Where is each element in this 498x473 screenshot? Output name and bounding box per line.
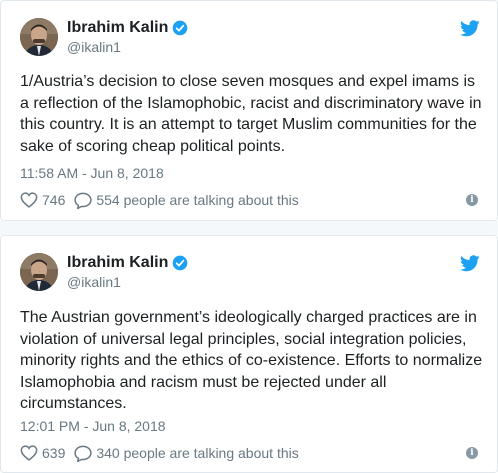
tweet-text: 1/Austria’s decision to close seven mosq… <box>20 73 482 155</box>
like-count: 746 <box>42 192 66 208</box>
talking-text: 554 people are talking about this <box>96 192 299 208</box>
tweet-card[interactable]: Ibrahim Kalin @ikalin1 1/Austria’s decis… <box>0 0 498 221</box>
twitter-bird-icon[interactable] <box>460 255 480 272</box>
verified-badge-icon <box>173 255 188 271</box>
tweet-separator <box>0 221 498 235</box>
avatar[interactable] <box>20 253 58 291</box>
talking-link[interactable]: 340 people are talking about this <box>74 445 299 462</box>
author-name[interactable]: Ibrahim Kalin <box>67 19 168 37</box>
name-row: Ibrahim Kalin <box>67 19 188 37</box>
talking-link[interactable]: 554 people are talking about this <box>74 192 299 209</box>
tweet-actions: 639 340 people are talking about this <box>20 444 299 462</box>
speech-bubble-icon <box>74 192 92 209</box>
twitter-bird-icon[interactable] <box>460 20 480 37</box>
heart-icon <box>20 192 38 208</box>
tweet-actions: 746 554 people are talking about this <box>20 191 299 209</box>
tweet-text: The Austrian government’s ideologically … <box>20 309 483 412</box>
tweet-timestamp[interactable]: 12:01 PM - Jun 8, 2018 <box>20 418 166 434</box>
author-handle[interactable]: @ikalin1 <box>67 39 121 55</box>
like-button[interactable]: 746 <box>20 192 65 208</box>
talking-text: 340 people are talking about this <box>96 445 299 461</box>
tweet-timestamp[interactable]: 11:58 AM - Jun 8, 2018 <box>20 165 164 181</box>
verified-badge-icon <box>173 20 188 36</box>
like-button[interactable]: 639 <box>20 445 65 461</box>
author-name[interactable]: Ibrahim Kalin <box>67 254 168 272</box>
name-row: Ibrahim Kalin <box>67 254 188 272</box>
like-count: 639 <box>42 445 66 461</box>
author-handle[interactable]: @ikalin1 <box>67 274 121 290</box>
tweet-card[interactable]: Ibrahim Kalin @ikalin1 The Austrian gove… <box>0 235 498 473</box>
speech-bubble-icon <box>74 445 92 462</box>
avatar[interactable] <box>20 18 58 56</box>
heart-icon <box>20 445 38 461</box>
tweet-header: Ibrahim Kalin @ikalin1 <box>20 18 480 58</box>
tweet-header: Ibrahim Kalin @ikalin1 <box>20 253 480 293</box>
info-icon[interactable]: i <box>466 447 478 459</box>
info-icon[interactable]: i <box>466 194 478 206</box>
